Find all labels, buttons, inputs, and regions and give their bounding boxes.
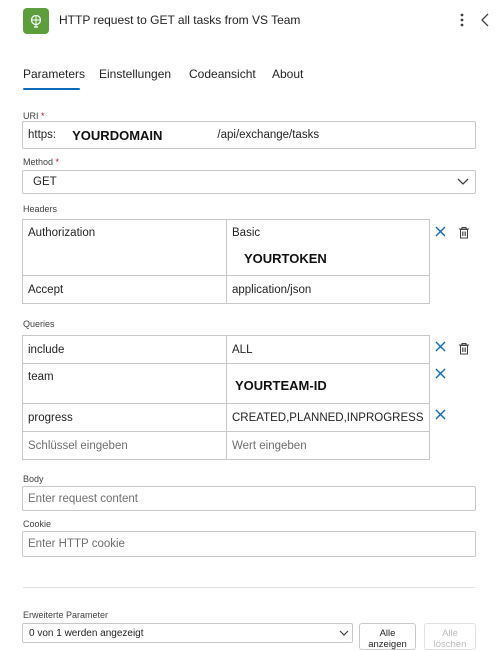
delete-icon[interactable]	[457, 225, 471, 239]
header-key-text: Authorization	[28, 227, 96, 239]
header-value-authorization[interactable]: Basic YOURTOKEN	[226, 219, 430, 276]
cookie-placeholder: Enter HTTP cookie	[28, 538, 125, 550]
advanced-select-value: 0 von 1 werden angezeigt	[29, 627, 144, 639]
cookie-input[interactable]: Enter HTTP cookie	[22, 531, 476, 557]
show-all-line2: anzeigen	[368, 639, 407, 650]
delete-icon[interactable]	[457, 341, 471, 355]
advanced-parameters-label: Erweiterte Parameter	[23, 610, 109, 620]
show-all-line1: Alle	[379, 628, 396, 639]
query-value-team[interactable]: YOURTEAM-ID	[226, 363, 430, 404]
globe-icon	[30, 14, 42, 28]
query-value-text: ALL	[232, 343, 253, 356]
uri-label: URI *	[23, 111, 45, 121]
query-key-text: include	[28, 343, 65, 356]
clear-all-button[interactable]: Alle löschen	[424, 623, 476, 650]
query-key-text: team	[28, 371, 54, 383]
query-value-progress[interactable]: CREATED,PLANNED,INPROGRESS	[226, 403, 430, 432]
tab-about[interactable]: About	[272, 67, 303, 81]
uri-input[interactable]: https: YOURDOMAIN /api/exchange/tasks	[22, 121, 476, 149]
remove-query-icon[interactable]	[433, 366, 447, 380]
tab-codeansicht[interactable]: Codeansicht	[189, 67, 256, 81]
clear-all-line2: löschen	[433, 639, 467, 650]
app-icon	[23, 8, 49, 34]
redacted-token: YOURTOKEN	[244, 251, 327, 266]
method-value: GET	[33, 176, 57, 188]
body-label: Body	[23, 474, 44, 484]
collapse-panel-icon[interactable]	[478, 10, 492, 30]
tab-parameters[interactable]: Parameters	[23, 67, 85, 81]
cookie-label: Cookie	[23, 519, 52, 529]
value-placeholder: Wert eingeben	[232, 439, 307, 452]
uri-redacted-domain: YOURDOMAIN	[72, 127, 163, 143]
header-value-text: application/json	[232, 283, 312, 296]
queries-label: Queries	[23, 319, 55, 329]
method-select[interactable]: GET	[22, 170, 476, 194]
body-input[interactable]: Enter request content	[22, 486, 476, 511]
show-all-button[interactable]: Alle anzeigen	[359, 623, 416, 650]
query-value-input[interactable]: Wert eingeben	[226, 431, 430, 460]
uri-suffix: /api/exchange/tasks	[217, 129, 320, 141]
headers-label: Headers	[23, 204, 58, 214]
remove-query-icon[interactable]	[433, 339, 447, 353]
query-value-include[interactable]: ALL	[226, 335, 430, 364]
action-title[interactable]: HTTP request to GET all tasks from VS Te…	[59, 13, 300, 27]
query-key-input[interactable]: Schlüssel eingeben	[22, 431, 227, 460]
uri-prefix: https:	[28, 129, 57, 141]
query-key-progress[interactable]: progress	[22, 403, 227, 432]
header-value-text: Basic	[232, 227, 261, 239]
chevron-down-icon	[339, 630, 349, 636]
clear-all-line1: Alle	[442, 628, 458, 639]
body-placeholder: Enter request content	[28, 492, 138, 505]
header-key-accept[interactable]: Accept	[22, 275, 227, 304]
header-key-text: Accept	[28, 283, 64, 296]
remove-query-icon[interactable]	[433, 407, 447, 421]
active-tab-indicator	[23, 88, 80, 90]
remove-header-icon[interactable]	[433, 224, 447, 238]
more-options-icon[interactable]	[456, 10, 468, 30]
key-placeholder: Schlüssel eingeben	[28, 439, 128, 452]
tab-einstellungen[interactable]: Einstellungen	[99, 67, 171, 81]
chevron-down-icon	[457, 178, 469, 185]
redacted-team-id: YOURTEAM-ID	[235, 378, 327, 393]
method-label: Method *	[23, 157, 60, 167]
query-key-text: progress	[28, 411, 73, 424]
query-key-team[interactable]: team	[22, 363, 227, 404]
query-key-include[interactable]: include	[22, 335, 227, 364]
query-value-text: CREATED,PLANNED,INPROGRESS	[232, 411, 424, 424]
advanced-parameters-select[interactable]: 0 von 1 werden angezeigt	[22, 623, 353, 643]
header-key-authorization[interactable]: Authorization	[22, 219, 227, 276]
header-value-accept[interactable]: application/json	[226, 275, 430, 304]
divider	[23, 587, 475, 588]
